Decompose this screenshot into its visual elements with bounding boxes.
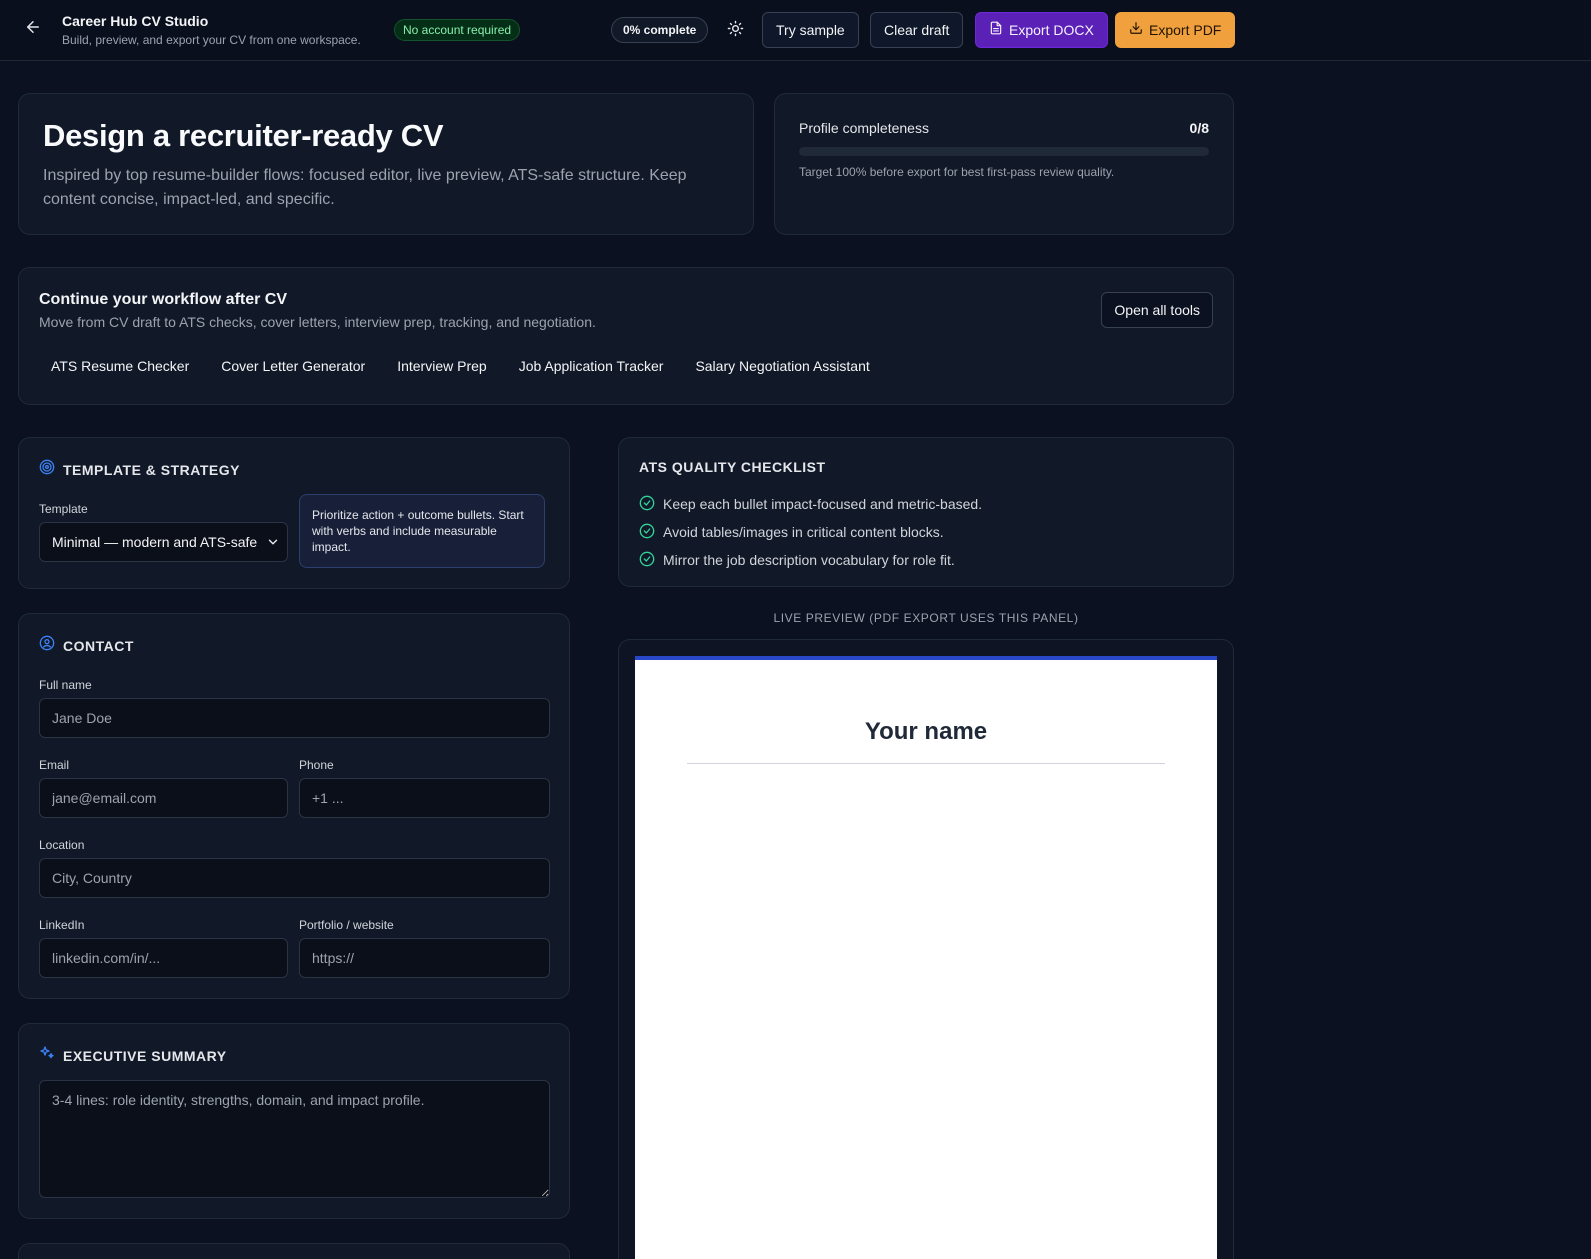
tool-links: ATS Resume Checker Cover Letter Generato… (39, 356, 890, 376)
location-field[interactable] (39, 858, 550, 898)
cv-preview-name: Your name (864, 718, 988, 745)
completion-badge: 0% complete (611, 17, 709, 43)
template-select-wrap: Minimal — modern and ATS-safe (39, 522, 288, 562)
template-select[interactable]: Minimal — modern and ATS-safe (39, 522, 288, 562)
ats-checklist-card: ATS QUALITY CHECKLIST Keep each bullet i… (618, 437, 1234, 587)
open-all-tools-button[interactable]: Open all tools (1101, 292, 1213, 328)
checklist-item-text: Mirror the job description vocabulary fo… (663, 552, 955, 568)
summary-header: EXECUTIVE SUMMARY (39, 1045, 227, 1066)
checklist-item: Keep each bullet impact-focused and metr… (639, 490, 982, 518)
top-bar: Career Hub CV Studio Build, preview, and… (0, 0, 1591, 61)
linkedin-label: LinkedIn (39, 918, 85, 932)
ats-checklist: Keep each bullet impact-focused and metr… (639, 490, 982, 574)
phone-field[interactable] (299, 778, 550, 818)
tool-link-salary-negotiation[interactable]: Salary Negotiation Assistant (683, 356, 881, 376)
profile-completeness-card: Profile completeness 0/8 Target 100% bef… (774, 93, 1234, 235)
ats-checklist-header: ATS QUALITY CHECKLIST (639, 459, 826, 475)
hero-description: Inspired by top resume-builder flows: fo… (43, 167, 687, 208)
try-sample-button[interactable]: Try sample (762, 12, 859, 48)
tool-link-cover-letter[interactable]: Cover Letter Generator (209, 356, 377, 376)
user-circle-icon (39, 635, 55, 656)
template-strategy-card: TEMPLATE & STRATEGY Template Minimal — m… (18, 437, 570, 589)
tool-link-application-tracker[interactable]: Job Application Tracker (507, 356, 676, 376)
template-strategy-header: TEMPLATE & STRATEGY (39, 459, 240, 480)
contact-card: CONTACT Full name Email Phone Location L… (18, 613, 570, 999)
template-strategy-title: TEMPLATE & STRATEGY (63, 461, 240, 478)
completeness-progress-bar (799, 147, 1209, 156)
cv-preview-page: Your name (635, 656, 1217, 1259)
checklist-item: Avoid tables/images in critical content … (639, 518, 982, 546)
linkedin-field[interactable] (39, 938, 288, 978)
live-preview-panel: Your name (618, 639, 1234, 1259)
checklist-item: Mirror the job description vocabulary fo… (639, 546, 982, 574)
checklist-item-text: Keep each bullet impact-focused and metr… (663, 496, 983, 512)
export-docx-label: Export DOCX (1009, 22, 1094, 38)
try-sample-label: Try sample (776, 22, 845, 38)
export-pdf-button[interactable]: Export PDF (1115, 12, 1236, 48)
cv-preview-divider (687, 763, 1165, 764)
check-circle-icon (639, 523, 655, 542)
file-icon (989, 13, 1003, 47)
export-docx-button[interactable]: Export DOCX (975, 12, 1108, 48)
no-account-badge: No account required (394, 19, 521, 41)
sun-icon[interactable] (727, 20, 747, 40)
download-icon (1129, 13, 1143, 47)
next-section-card (18, 1243, 570, 1259)
tool-link-ats-checker[interactable]: ATS Resume Checker (39, 356, 201, 376)
clear-draft-button[interactable]: Clear draft (870, 12, 964, 48)
target-icon (39, 459, 55, 480)
clear-draft-label: Clear draft (884, 22, 950, 38)
check-circle-icon (639, 495, 655, 514)
live-preview-label: LIVE PREVIEW (PDF EXPORT USES THIS PANEL… (773, 611, 1079, 625)
portfolio-field[interactable] (299, 938, 550, 978)
summary-textarea[interactable] (39, 1080, 550, 1198)
phone-label: Phone (299, 758, 334, 772)
completeness-note: Target 100% before export for best first… (799, 165, 1115, 179)
contact-header: CONTACT (39, 635, 134, 656)
completeness-label: Profile completeness (799, 120, 929, 136)
arrow-left-icon[interactable] (24, 18, 44, 42)
template-label: Template (39, 502, 88, 516)
location-label: Location (39, 838, 85, 852)
summary-card: EXECUTIVE SUMMARY (18, 1023, 570, 1219)
full-name-input[interactable] (39, 698, 550, 738)
completeness-count: 0/8 (1189, 120, 1209, 136)
summary-title: EXECUTIVE SUMMARY (63, 1047, 227, 1064)
email-label: Email (39, 758, 70, 772)
check-circle-icon (639, 551, 655, 570)
workflow-subtitle: Move from CV draft to ATS checks, cover … (39, 314, 596, 330)
checklist-item-text: Avoid tables/images in critical content … (663, 524, 944, 540)
strategy-tip: Prioritize action + outcome bullets. Sta… (299, 494, 545, 568)
hero-card: Design a recruiter-ready CV Inspired by … (18, 93, 754, 235)
workflow-title: Continue your workflow after CV (39, 291, 288, 308)
ats-checklist-title: ATS QUALITY CHECKLIST (639, 459, 826, 475)
email-field[interactable] (39, 778, 288, 818)
app-subtitle: Build, preview, and export your CV from … (62, 33, 361, 47)
app-title: Career Hub CV Studio (62, 13, 209, 29)
export-pdf-label: Export PDF (1149, 22, 1222, 38)
full-name-label: Full name (39, 678, 92, 692)
contact-title: CONTACT (63, 637, 134, 654)
tool-link-interview-prep[interactable]: Interview Prep (385, 356, 498, 376)
portfolio-label: Portfolio / website (299, 918, 394, 932)
page-title: Design a recruiter-ready CV (43, 118, 444, 153)
workflow-card: Continue your workflow after CV Move fro… (18, 267, 1234, 405)
sparkles-icon (39, 1045, 55, 1066)
